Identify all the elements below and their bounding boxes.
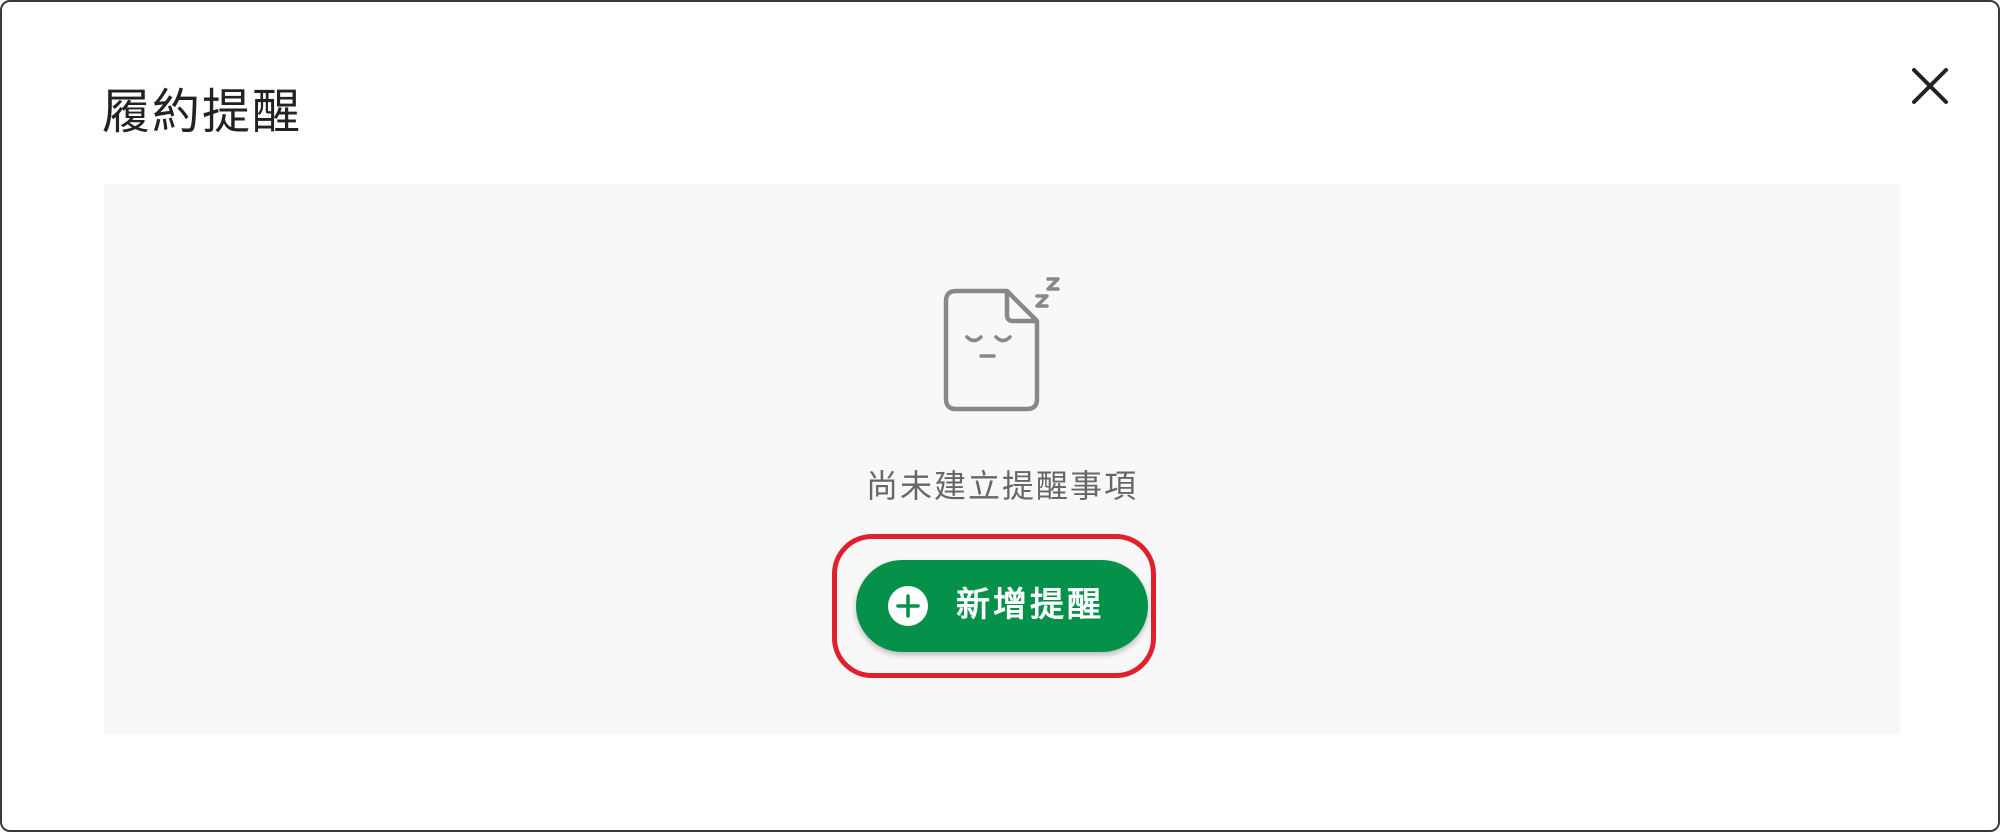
plus-circle-icon bbox=[888, 586, 928, 626]
empty-state-message: 尚未建立提醒事項 bbox=[865, 467, 1138, 505]
close-button[interactable] bbox=[1902, 58, 1958, 114]
dialog-title: 履約提醒 bbox=[102, 84, 303, 140]
close-icon bbox=[1912, 68, 1948, 104]
reminder-dialog: 履約提醒 尚未建立提醒事項 新增提醒 bbox=[0, 0, 2000, 832]
add-reminder-button[interactable]: 新增提醒 bbox=[856, 560, 1148, 652]
empty-state-panel: 尚未建立提醒事項 新增提醒 bbox=[104, 184, 1900, 734]
add-reminder-label: 新增提醒 bbox=[956, 586, 1104, 624]
sleeping-document-icon bbox=[943, 277, 1060, 412]
